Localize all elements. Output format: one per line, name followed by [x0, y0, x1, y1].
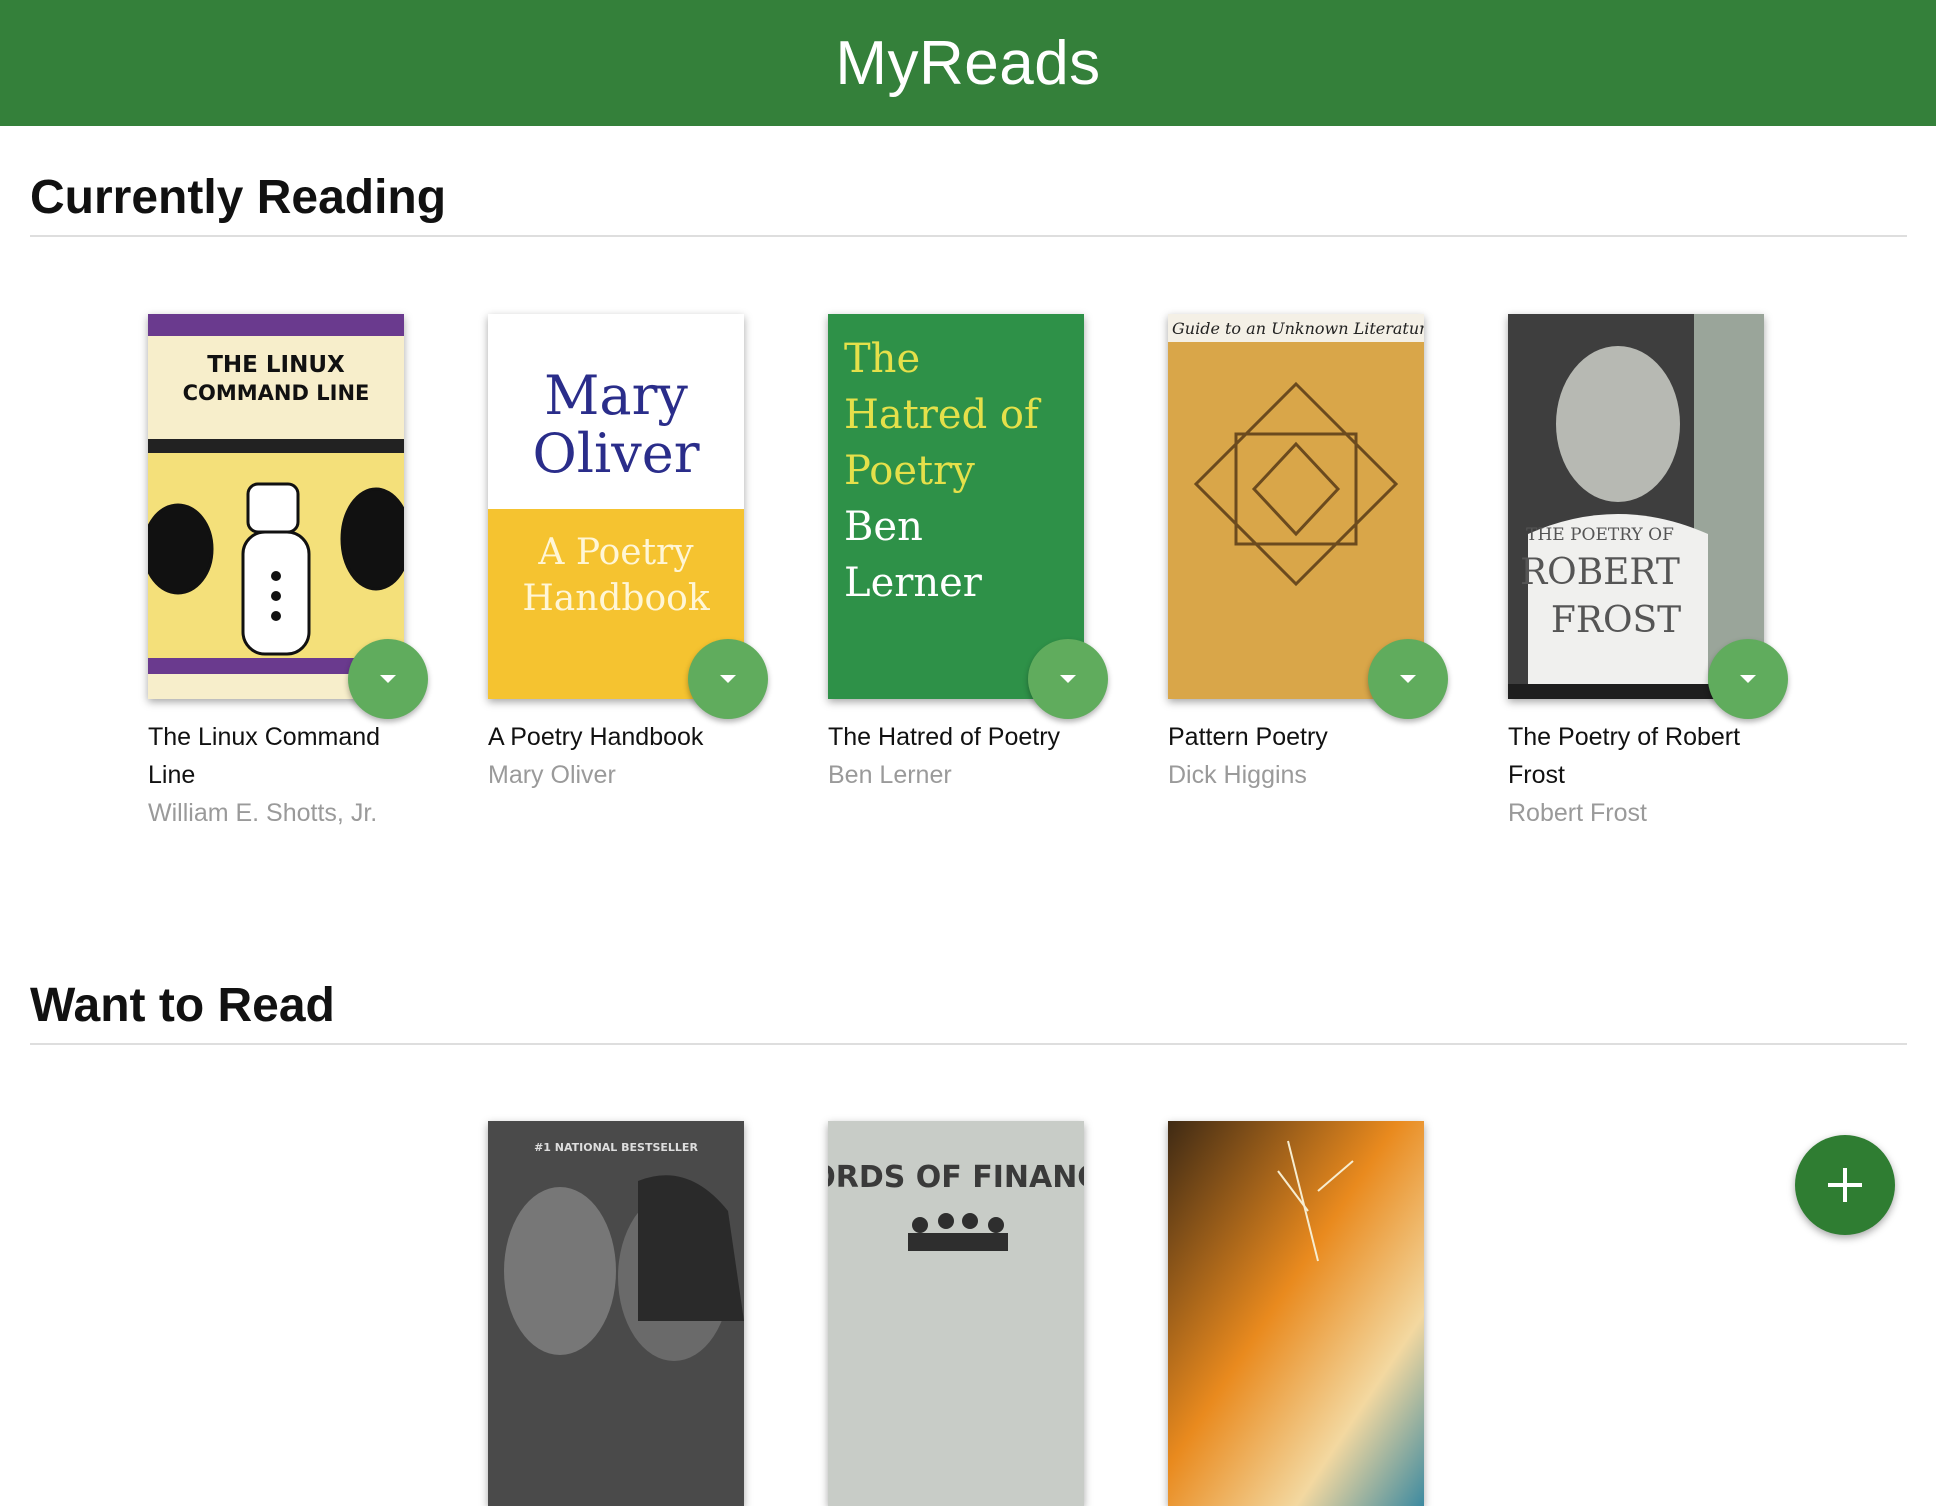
svg-text:Oliver: Oliver — [532, 422, 699, 485]
book-cover[interactable]: THE POETRY OF ROBERT FROST — [1508, 314, 1764, 699]
svg-text:COMMAND LINE: COMMAND LINE — [183, 381, 370, 405]
caret-down-icon — [1060, 675, 1076, 683]
shelf-title-want-to-read: Want to Read — [30, 978, 1907, 1045]
svg-text:ROBERT: ROBERT — [1520, 552, 1680, 593]
book-title: Pattern Poetry Dick Higgins — [1168, 718, 1428, 794]
book-author: Dick Higgins — [1168, 761, 1307, 789]
caret-down-icon — [1740, 675, 1756, 683]
shelf-changer-button[interactable] — [1368, 639, 1448, 719]
svg-text:Handbook: Handbook — [522, 578, 710, 619]
book-title-text: A Poetry Handbook — [488, 723, 704, 751]
book-author: Robert Frost — [1508, 799, 1647, 827]
svg-text:FROST: FROST — [1551, 600, 1681, 641]
book-cover[interactable] — [1168, 1121, 1424, 1506]
book-cover[interactable]: Guide to an Unknown Literature — [1168, 314, 1424, 699]
book-author: William E. Shotts, Jr. — [148, 799, 378, 827]
plus-icon-vertical — [1843, 1168, 1847, 1202]
book-cover[interactable]: THE LINUX COMMAND LINE — [148, 314, 404, 699]
app-header: MyReads — [0, 0, 1936, 126]
book-cover[interactable]: #1 NATIONAL BESTSELLER — [488, 1121, 744, 1506]
shelf-changer-button[interactable] — [1028, 639, 1108, 719]
svg-text:Poetry: Poetry — [844, 448, 975, 494]
book-cover[interactable]: Mary Oliver A Poetry Handbook — [488, 314, 744, 699]
svg-text:THE LINUX: THE LINUX — [207, 352, 345, 378]
svg-text:The: The — [844, 336, 920, 382]
svg-text:Ben: Ben — [844, 504, 923, 550]
book-title-text: The Linux Command Line — [148, 723, 381, 789]
add-book-button[interactable] — [1795, 1135, 1895, 1235]
book-title: The Poetry of Robert Frost Robert Frost — [1508, 718, 1768, 832]
app-title: MyReads — [835, 28, 1101, 98]
book-cover[interactable]: The Hatred of Poetry Ben Lerner — [828, 314, 1084, 699]
book-title: The Hatred of Poetry Ben Lerner — [828, 718, 1088, 794]
svg-text:THE POETRY OF: THE POETRY OF — [1526, 525, 1674, 545]
svg-text:Mary: Mary — [544, 364, 688, 427]
svg-text:#1 NATIONAL BESTSELLER: #1 NATIONAL BESTSELLER — [534, 1141, 698, 1154]
shelf-changer-button[interactable] — [688, 639, 768, 719]
svg-text:Lerner: Lerner — [844, 560, 983, 606]
book-title-text: The Hatred of Poetry — [828, 723, 1061, 751]
svg-text:A Poetry: A Poetry — [537, 532, 694, 573]
caret-down-icon — [380, 675, 396, 683]
shelf-changer-button[interactable] — [348, 639, 428, 719]
book-title-text: Pattern Poetry — [1168, 723, 1328, 751]
book-author: Ben Lerner — [828, 761, 952, 789]
caret-down-icon — [1400, 675, 1416, 683]
book-author: Mary Oliver — [488, 761, 616, 789]
shelf-title-currently-reading: Currently Reading — [30, 170, 1907, 237]
book-title-text: The Poetry of Robert Frost — [1508, 723, 1741, 789]
book-title: A Poetry Handbook Mary Oliver — [488, 718, 748, 794]
book-cover[interactable]: LORDS OF FINANCE — [828, 1121, 1084, 1506]
caret-down-icon — [720, 675, 736, 683]
svg-text:Guide to an Unknown Literature: Guide to an Unknown Literature — [1172, 319, 1424, 338]
shelf-changer-button[interactable] — [1708, 639, 1788, 719]
svg-text:Hatred of: Hatred of — [844, 392, 1042, 438]
book-title: The Linux Command Line William E. Shotts… — [148, 718, 408, 832]
svg-text:LORDS OF FINANCE: LORDS OF FINANCE — [828, 1160, 1084, 1195]
